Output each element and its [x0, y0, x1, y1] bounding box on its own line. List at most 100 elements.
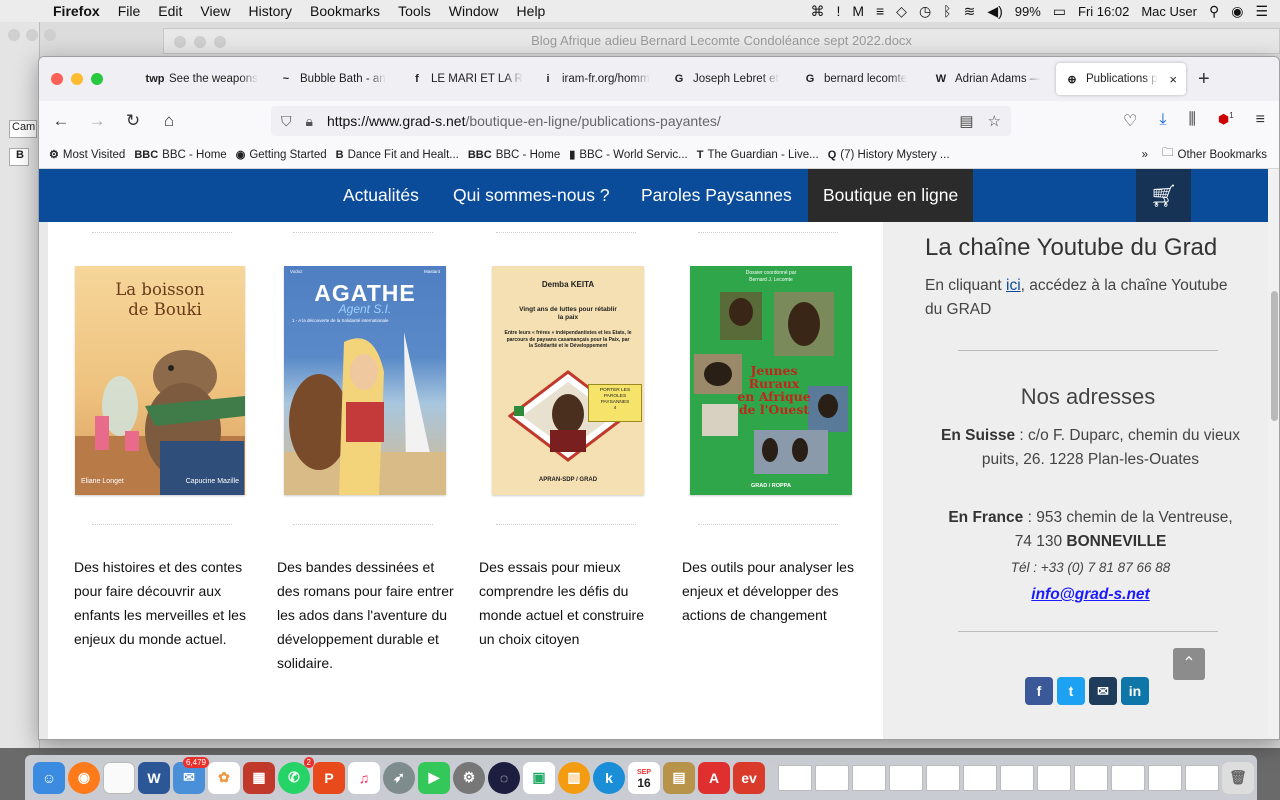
sync-icon[interactable]: ◇	[896, 3, 907, 20]
notification-center-icon[interactable]: ☰	[1255, 3, 1268, 20]
minimized-window-thumb[interactable]	[1148, 764, 1182, 791]
pocket-icon[interactable]: ♡	[1123, 111, 1137, 131]
textedit-icon[interactable]	[103, 761, 135, 794]
spotlight-icon[interactable]: ⚲	[1209, 3, 1219, 20]
bookmark-item[interactable]: Q (7) History Mystery ...	[828, 149, 950, 161]
home-button[interactable]: ⌂	[151, 111, 187, 131]
bold-button[interactable]: B	[9, 148, 29, 166]
minimize-window-button[interactable]	[71, 73, 83, 85]
menu-file[interactable]: File	[109, 3, 150, 19]
lock-icon[interactable]: 🔒︎	[306, 113, 313, 130]
books-icon[interactable]: ▥	[558, 761, 590, 794]
font-name-box[interactable]: Cam	[9, 120, 37, 138]
bookmark-item[interactable]: ▮ BBC - World Servic...	[569, 148, 687, 162]
shield-icon[interactable]: ⛉	[281, 113, 292, 130]
nav-paroles-paysannes[interactable]: Paroles Paysannes	[641, 169, 792, 222]
calendar-icon[interactable]: SEP 16	[628, 761, 660, 794]
minimized-window-thumb[interactable]	[926, 764, 960, 791]
extension-icon[interactable]: ⬢1	[1218, 111, 1234, 131]
mail-icon[interactable]: ✉ 6,479	[173, 756, 209, 794]
nav-qui-sommes-nous[interactable]: Qui sommes-nous ?	[453, 169, 610, 222]
twitter-share-icon[interactable]: t	[1057, 677, 1085, 705]
battery-icon[interactable]: ▭	[1053, 3, 1066, 20]
user-name[interactable]: Mac User	[1141, 4, 1197, 19]
url-bar[interactable]: ⛉ 🔒︎ https://www.grad-s.net/boutique-en-…	[271, 106, 1011, 136]
nav-actualites[interactable]: Actualités	[343, 169, 419, 222]
time-machine-icon[interactable]: ◷	[919, 3, 931, 20]
browser-tab[interactable]: ⊕ Publications p ×	[1056, 63, 1186, 95]
trash-icon[interactable]: 🗑︎	[1222, 761, 1254, 794]
facebook-share-icon[interactable]: f	[1025, 677, 1053, 705]
facetime-icon[interactable]: ▶	[418, 761, 450, 794]
minimized-window-thumb[interactable]	[815, 764, 849, 791]
malwarebytes-icon[interactable]: M	[852, 3, 864, 19]
siri-icon[interactable]: ◌	[488, 761, 520, 794]
expressvpn-icon[interactable]: ≡	[876, 3, 884, 19]
close-tab-icon[interactable]: ×	[1169, 72, 1177, 87]
book-cover-boisson-de-bouki[interactable]: La boisson de Bouki Eliane Longet Capuci…	[75, 266, 245, 495]
browser-tab[interactable]: Gbernard lecomte	[794, 63, 925, 95]
menu-help[interactable]: Help	[508, 3, 555, 19]
whatsapp-icon[interactable]: ✆ 2	[278, 756, 314, 794]
app-menu[interactable]: Firefox	[44, 3, 109, 19]
bookmarks-overflow-icon[interactable]: »	[1142, 149, 1148, 161]
book-cover-agathe[interactable]: Vodoz Mastant AGATHE Agent S.I. 1 - A la…	[284, 266, 446, 495]
minimized-window-thumb[interactable]	[852, 764, 886, 791]
system-preferences-icon[interactable]: ⚙	[453, 761, 485, 794]
cart-icon[interactable]: 🛒︎	[1136, 169, 1191, 222]
pages-icon[interactable]: P	[313, 761, 345, 794]
zoom-window-button[interactable]	[91, 73, 103, 85]
url-host[interactable]: https://www.grad-s.net	[327, 113, 466, 129]
gamepad-icon[interactable]: ⌘	[810, 3, 824, 20]
forward-button[interactable]: →	[79, 111, 115, 131]
preview-icon[interactable]: ▣	[523, 761, 555, 794]
clock[interactable]: Fri 16:02	[1078, 4, 1129, 19]
browser-tab[interactable]: G Joseph Lebret et	[663, 63, 794, 95]
browser-tab[interactable]: ~ Bubble Bath - an	[270, 63, 401, 95]
background-word-window[interactable]: Cam B	[0, 22, 56, 748]
minimized-window-thumb[interactable]	[1185, 764, 1219, 791]
bookmark-item[interactable]: ⚙ Most Visited	[49, 148, 125, 162]
bookmark-item[interactable]: B Dance Fit and Healt...	[336, 149, 459, 161]
browser-tab[interactable]: i iram-fr.org/homm	[532, 63, 663, 95]
launchpad-icon[interactable]: ➶	[383, 761, 415, 794]
minimized-window-thumb[interactable]	[1000, 764, 1034, 791]
email-link[interactable]: info@grad-s.net	[923, 586, 1258, 604]
menu-edit[interactable]: Edit	[149, 3, 191, 19]
firefox-icon[interactable]: ◉	[68, 761, 100, 794]
bluetooth-icon[interactable]: ᛒ	[943, 3, 951, 19]
scrollbar-thumb[interactable]	[1271, 291, 1278, 421]
book-cover-vingt-ans-de-luttes[interactable]: Demba KEITA Vingt ans de luttes pour rét…	[492, 266, 644, 495]
close-window-button[interactable]	[51, 73, 63, 85]
minimized-window-thumb[interactable]	[1037, 764, 1071, 791]
menu-bookmarks[interactable]: Bookmarks	[301, 3, 389, 19]
new-tab-button[interactable]: +	[1198, 68, 1210, 91]
email-share-icon[interactable]: ✉	[1089, 677, 1117, 705]
battery-percent[interactable]: 99%	[1015, 4, 1041, 19]
minimized-window-thumb[interactable]	[963, 764, 997, 791]
browser-tab[interactable]: f LE MARI ET LA RE	[401, 63, 532, 95]
siri-icon[interactable]: ◉	[1231, 3, 1243, 20]
reload-button[interactable]: ↻	[115, 111, 151, 131]
back-button[interactable]: ←	[43, 111, 79, 131]
menu-hamburger-icon[interactable]: ≡	[1256, 111, 1265, 131]
browser-tab[interactable]: W Adrian Adams —	[925, 63, 1056, 95]
youtube-link[interactable]: ici	[1006, 277, 1021, 294]
photos-icon[interactable]: ✿	[208, 761, 240, 794]
bookmark-item[interactable]: T The Guardian - Live...	[697, 149, 819, 161]
url-path[interactable]: /boutique-en-ligne/publications-payantes…	[465, 113, 720, 129]
book-cover-jeunes-ruraux[interactable]: Dossier coordonné par Bernard J. Lecomte…	[690, 266, 852, 495]
back-to-top-button[interactable]: ⌃	[1173, 648, 1205, 680]
reader-view-icon[interactable]: ▤	[959, 112, 973, 130]
linkedin-share-icon[interactable]: in	[1121, 677, 1149, 705]
menu-window[interactable]: Window	[440, 3, 508, 19]
photo-booth-icon[interactable]: ▦	[243, 761, 275, 794]
background-word-titlebar[interactable]: Blog Afrique adieu Bernard Lecomte Condo…	[163, 28, 1280, 54]
wifi-icon[interactable]: ≋	[964, 3, 976, 20]
menu-tools[interactable]: Tools	[389, 3, 440, 19]
bookmark-item[interactable]: ◉ Getting Started	[236, 148, 327, 162]
bookmark-item[interactable]: BBC BBC - Home	[468, 149, 560, 161]
notes-icon[interactable]: ▤	[663, 761, 695, 794]
bookmark-item[interactable]: BBC BBC - Home	[134, 149, 226, 161]
bookmark-star-icon[interactable]: ☆	[988, 112, 1001, 130]
